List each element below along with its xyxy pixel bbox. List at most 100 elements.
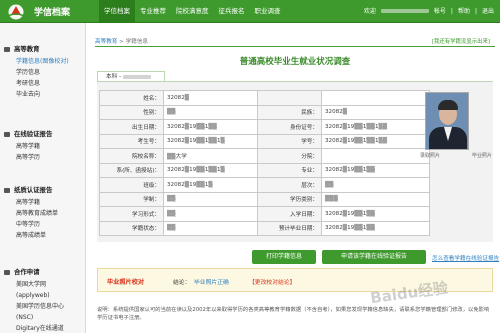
nav-item-career-survey[interactable]: 职业调查 bbox=[250, 0, 286, 23]
breadcrumb-current: 学籍信息 bbox=[125, 39, 149, 45]
field-label: 学习形式： bbox=[99, 206, 164, 222]
field-value: ▒▒ bbox=[163, 206, 258, 222]
sidebar-section-cooperation: 合作申请 美国大学网 (applyweb) 美国学历信息中心 (NSC) Dig… bbox=[0, 266, 86, 333]
field-label: 出生日期： bbox=[99, 119, 164, 135]
divider: | bbox=[450, 8, 453, 15]
field-value: 32082▒19▒▒1▒▒1▒ bbox=[163, 133, 258, 149]
account-link[interactable]: 帐号 bbox=[434, 0, 446, 23]
field-value: 32082▒19▒▒1▒▒1▒▒ bbox=[321, 119, 430, 135]
field-label: 预计毕业日期： bbox=[257, 220, 322, 236]
field-label: 入学日期： bbox=[257, 206, 322, 222]
print-record-button[interactable]: 打印学籍信息 bbox=[252, 250, 316, 264]
field-label: 院校名称： bbox=[99, 148, 164, 164]
field-value: ▒▒▒ bbox=[321, 191, 430, 207]
verify-status-label: 结论： bbox=[173, 280, 191, 286]
field-label: 学制： bbox=[99, 191, 164, 207]
logout-link[interactable]: 退出 bbox=[482, 0, 494, 23]
field-value: ▒▒大学 bbox=[163, 148, 258, 164]
sidebar-item-paper-transcript[interactable]: 高等教育成绩单 bbox=[0, 208, 86, 219]
change-verify-link[interactable]: 【更改校对结论】 bbox=[249, 277, 295, 286]
explanation-note: 说明：系统提供国家认可的当前在读以及2002年以来取得学历的各类高等教育学籍数据… bbox=[97, 307, 490, 321]
sidebar-item-graduate-destination[interactable]: 毕业去向 bbox=[0, 89, 86, 100]
username-blurred bbox=[380, 9, 429, 13]
field-value: 32082▒19▒▒1▒▒ bbox=[321, 206, 430, 222]
graduation-photo-caption: 毕业照片 bbox=[471, 153, 492, 159]
sidebar-item-digitary[interactable]: Digitary在线通道 bbox=[0, 323, 86, 333]
field-value bbox=[321, 148, 430, 164]
sidebar-section-paper-report: 纸质认证报告 高等学籍 高等教育成绩单 中等学历 高等成绩单 bbox=[0, 184, 86, 241]
sidebar-section-higher-education: 高等教育 学籍信息(图像校对) 学历信息 考研信息 毕业去向 bbox=[0, 43, 86, 100]
nav-item-military-signup[interactable]: 征兵报名 bbox=[214, 0, 250, 23]
admission-photo-caption: 录取照片 bbox=[420, 153, 441, 159]
sidebar-item-us-degree-center[interactable]: 美国学历信息中心 bbox=[0, 301, 86, 312]
breadcrumb-home[interactable]: 高等教育 bbox=[95, 39, 117, 45]
nav-item-school-satisfaction[interactable]: 院校满意度 bbox=[171, 0, 214, 23]
page-title[interactable]: 普通高校毕业生就业状况调查 bbox=[95, 55, 495, 67]
field-value: ▒▒ bbox=[163, 104, 258, 120]
field-label: 学籍状态： bbox=[99, 220, 164, 236]
photo-captions: 录取照片 毕业照片 bbox=[420, 152, 492, 159]
welcome-text: 欢迎 bbox=[363, 8, 376, 15]
how-to-view-report-link[interactable]: 怎么查看学籍在线验证报告 bbox=[432, 254, 499, 262]
sidebar-section-online-report: 在线验证报告 高等学籍 高等学历 bbox=[0, 128, 86, 163]
sidebar-item-online-status[interactable]: 高等学籍 bbox=[0, 141, 86, 152]
missing-status-link[interactable]: [我还有学籍没显示出来] bbox=[432, 37, 490, 45]
sidebar-section-title: 纸质认证报告 bbox=[0, 184, 86, 197]
field-label: 身份证号： bbox=[257, 119, 322, 135]
field-value: 32082▒19▒▒1▒▒1▒ bbox=[163, 162, 258, 178]
table-row: 班级： 32082▒19▒▒1▒ 层次： ▒▒ bbox=[99, 177, 430, 193]
sidebar-item-online-degree[interactable]: 高等学历 bbox=[0, 152, 86, 163]
sidebar-item-nsc[interactable]: (NSC) bbox=[0, 312, 86, 323]
field-label: 姓名： bbox=[99, 90, 164, 106]
field-value: 32082▒19▒▒1▒▒ bbox=[321, 220, 430, 236]
field-value: ▒▒ bbox=[163, 220, 258, 236]
table-row: 性别： ▒▒ 民族： 32082▒ bbox=[99, 104, 430, 120]
field-label: 考生号： bbox=[99, 133, 164, 149]
photo-area: 录取照片 毕业照片 bbox=[420, 90, 492, 178]
sidebar-item-secondary-degree[interactable]: 中等学历 bbox=[0, 219, 86, 230]
logo-icon bbox=[7, 4, 25, 20]
apply-online-report-button[interactable]: 申请该学籍在线验证报告 bbox=[322, 250, 426, 264]
nav-item-major-recommend[interactable]: 专业推荐 bbox=[135, 0, 171, 23]
field-label: 民族： bbox=[257, 104, 322, 120]
field-value: 32082▒19▒▒1▒ bbox=[163, 177, 258, 193]
sidebar-item-higher-transcript[interactable]: 高等成绩单 bbox=[0, 230, 86, 241]
field-value bbox=[321, 90, 430, 106]
field-label: 班级： bbox=[99, 177, 164, 193]
main-nav: 学信档案 专业推荐 院校满意度 征兵报名 职业调查 bbox=[99, 0, 286, 23]
field-value: 32082▒19▒▒1▒▒1▒▒ bbox=[321, 133, 430, 149]
sidebar-section-title: 高等教育 bbox=[0, 43, 86, 56]
field-label: 学历类别： bbox=[257, 191, 322, 207]
field-label: 系(所、函授站)： bbox=[99, 162, 164, 178]
table-row: 学籍状态： ▒▒ 预计毕业日期： 32082▒19▒▒1▒▒ bbox=[99, 220, 430, 236]
table-row: 学习形式： ▒▒ 入学日期： 32082▒19▒▒1▒▒ bbox=[99, 206, 430, 222]
sidebar-item-student-status[interactable]: 学籍信息(图像校对) bbox=[0, 56, 86, 67]
sidebar-item-degree-info[interactable]: 学历信息 bbox=[0, 67, 86, 78]
sidebar-item-paper-status[interactable]: 高等学籍 bbox=[0, 197, 86, 208]
sidebar-item-us-college-net[interactable]: 美国大学网 bbox=[0, 279, 86, 290]
field-label: 分院： bbox=[257, 148, 322, 164]
field-label: 层次： bbox=[257, 177, 322, 193]
table-row: 院校名称： ▒▒大学 分院： bbox=[99, 148, 430, 164]
field-value: 32082▒19▒▒1▒▒ bbox=[163, 119, 258, 135]
verify-title: 毕业照片校对 bbox=[107, 279, 145, 286]
site-title[interactable]: 学信档案 bbox=[34, 5, 70, 18]
sidebar-section-title: 合作申请 bbox=[0, 266, 86, 279]
table-row: 系(所、函授站)： 32082▒19▒▒1▒▒1▒ 专业： 32082▒19▒▒1▒▒ bbox=[99, 162, 430, 178]
breadcrumb-separator: > bbox=[119, 39, 124, 45]
field-value: 32082▒ bbox=[321, 104, 430, 120]
verify-status-value: 毕业照片正确 bbox=[194, 280, 229, 286]
field-value: ▒▒ bbox=[163, 191, 258, 207]
field-label: 学号： bbox=[257, 133, 322, 149]
sidebar-item-applyweb[interactable]: (applyweb) bbox=[0, 290, 86, 301]
field-value: 32082▒19▒▒1▒▒ bbox=[321, 162, 430, 178]
nav-item-xuexin-dangan[interactable]: 学信档案 bbox=[99, 0, 135, 23]
help-link[interactable]: 帮助 bbox=[458, 0, 470, 23]
field-label: 性别： bbox=[99, 104, 164, 120]
sidebar: 高等教育 学籍信息(图像校对) 学历信息 考研信息 毕业去向 在线验证报告 高等… bbox=[0, 23, 86, 333]
student-record-table: 姓名： 32082▒ 性别： ▒▒ 民族： 32082▒ 出生日期： 32082▒19▒▒1▒… bbox=[99, 90, 430, 236]
divider: | bbox=[474, 8, 477, 15]
sidebar-item-postgrad-info[interactable]: 考研信息 bbox=[0, 78, 86, 89]
field-label: 专业： bbox=[257, 162, 322, 178]
user-box: 欢迎 帐号 | 帮助 | 退出 bbox=[364, 0, 494, 23]
